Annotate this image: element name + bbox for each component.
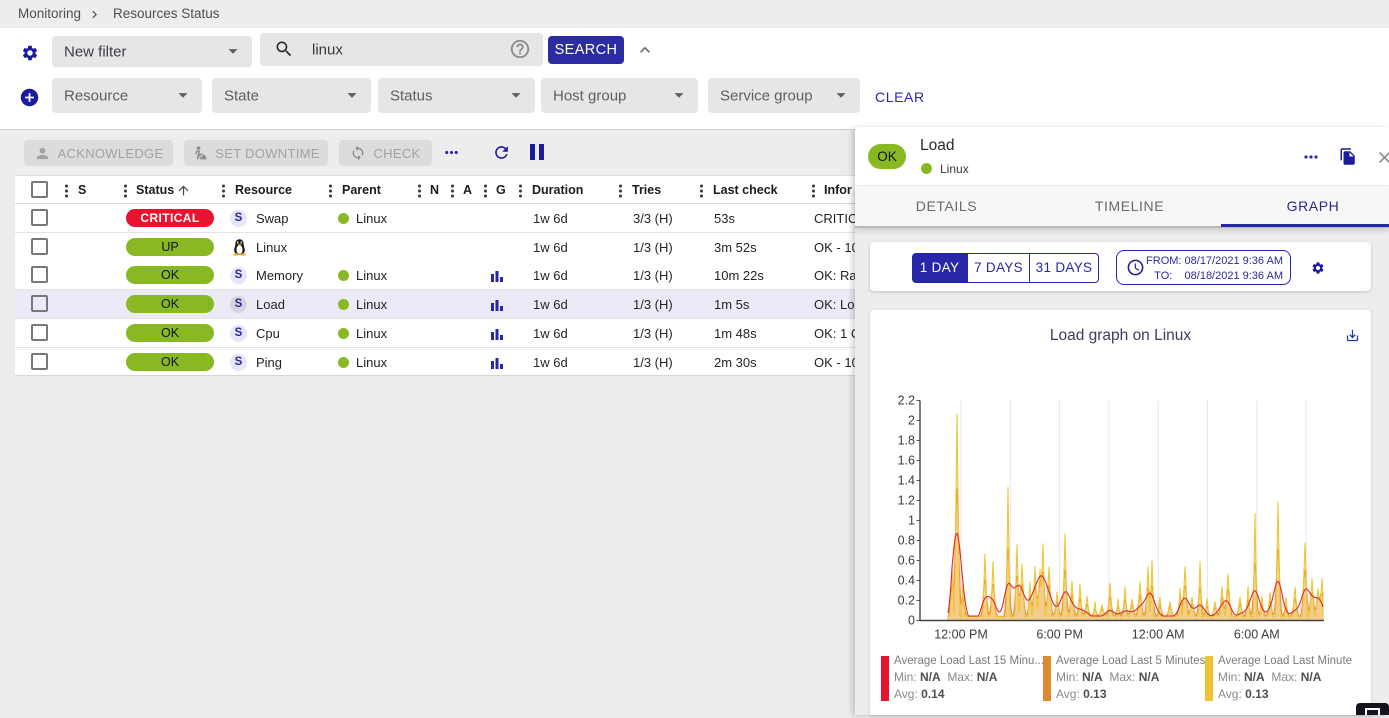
svg-text:0.2: 0.2	[898, 594, 915, 608]
svg-text:1.4: 1.4	[898, 474, 915, 488]
svg-text:1: 1	[908, 514, 915, 528]
svg-text:0.8: 0.8	[898, 534, 915, 548]
svg-text:0: 0	[908, 614, 915, 628]
svg-text:12:00 PM: 12:00 PM	[934, 628, 988, 642]
svg-text:6:00 AM: 6:00 AM	[1234, 628, 1280, 642]
svg-text:1.8: 1.8	[898, 434, 915, 448]
svg-text:2.2: 2.2	[898, 394, 915, 408]
svg-text:0.4: 0.4	[898, 574, 915, 588]
svg-text:1.6: 1.6	[898, 454, 915, 468]
svg-text:6:00 PM: 6:00 PM	[1036, 628, 1083, 642]
svg-text:12:00 AM: 12:00 AM	[1132, 628, 1185, 642]
svg-text:2: 2	[908, 414, 915, 428]
svg-text:0.6: 0.6	[898, 554, 915, 568]
svg-text:1.2: 1.2	[898, 494, 915, 508]
